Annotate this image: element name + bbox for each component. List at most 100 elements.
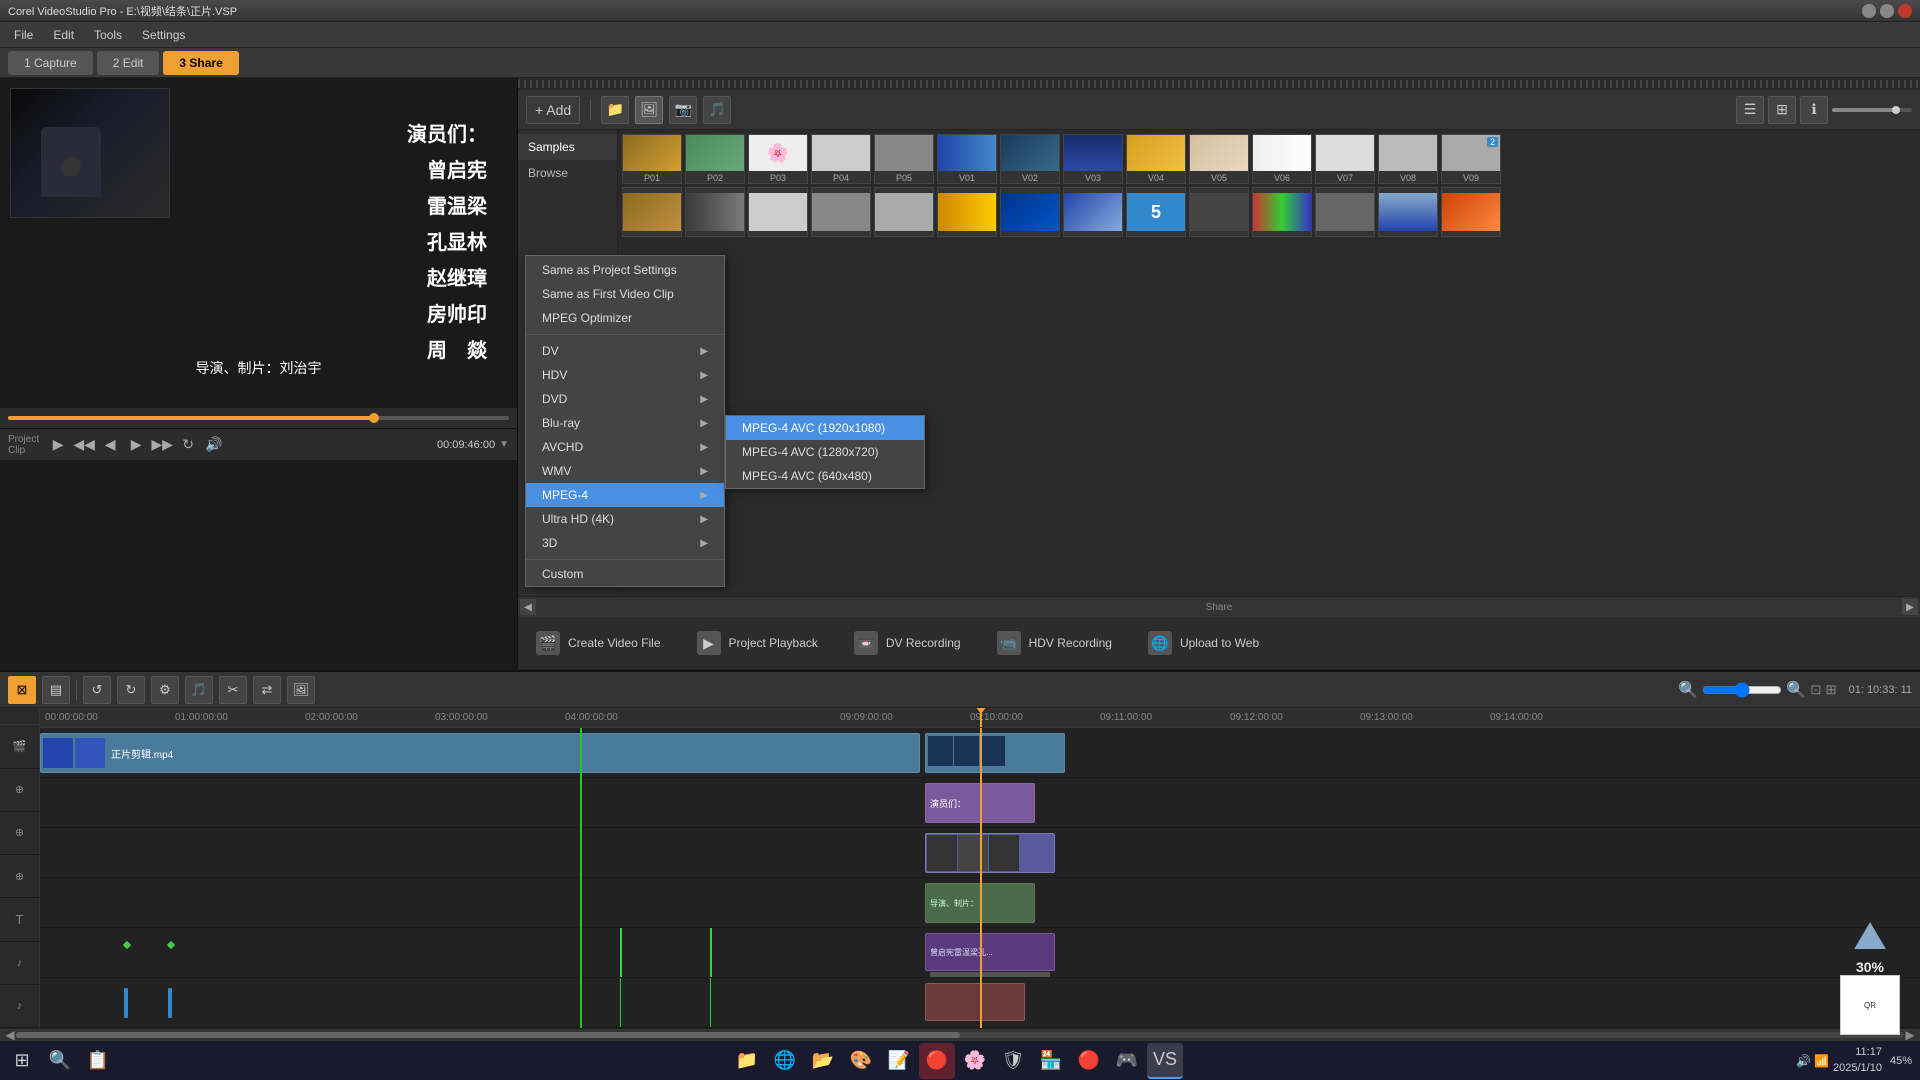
zoom-thumb[interactable] (1892, 106, 1900, 114)
ctx-same-as-project[interactable]: Same as Project Settings (526, 258, 724, 282)
taskbar-chrome[interactable]: 🌐 (767, 1043, 803, 1079)
media-thumb-p04[interactable]: P04 (811, 134, 871, 184)
media-thumb-p05[interactable]: P05 (874, 134, 934, 184)
media-thumb-r2-14[interactable] (1441, 187, 1501, 237)
taskbar-search[interactable]: 🔍 (42, 1043, 78, 1079)
image-clip[interactable] (925, 833, 1055, 873)
image-icon-btn[interactable]: 📷 (669, 96, 697, 124)
media-thumb-r2-4[interactable] (811, 187, 871, 237)
music-icon-btn[interactable]: 🎵 (703, 96, 731, 124)
media-thumb-p02[interactable]: P02 (685, 134, 745, 184)
scroll-right-btn[interactable]: ▶ (1904, 1029, 1916, 1041)
sys-volume[interactable]: 🔊 (1796, 1054, 1811, 1068)
taskbar-explorer[interactable]: 📁 (729, 1043, 765, 1079)
scroll-thumb[interactable] (16, 1032, 960, 1038)
media-thumb-r2-2[interactable] (685, 187, 745, 237)
scrubber-track[interactable] (8, 416, 509, 420)
ctx-dv[interactable]: DV ▶ (526, 339, 724, 363)
media-thumb-v02[interactable]: V02 (1000, 134, 1060, 184)
add-button[interactable]: + Add (526, 96, 580, 124)
zoom-fit-btn[interactable]: ⊡ (1810, 682, 1821, 698)
minimize-button[interactable] (1862, 4, 1876, 18)
zoom-track[interactable] (1832, 108, 1912, 112)
director-clip[interactable]: 导演、制片： (925, 883, 1035, 923)
menu-settings[interactable]: Settings (132, 24, 195, 46)
ctx-same-as-first-clip[interactable]: Same as First Video Clip (526, 282, 724, 306)
tl-photo-btn[interactable]: 🖼 (287, 676, 315, 704)
credits-clip[interactable]: 曾启宪雷温梁孔... (925, 933, 1055, 971)
photo-icon-btn[interactable]: 🖼 (635, 96, 663, 124)
tl-swap-btn[interactable]: ⇄ (253, 676, 281, 704)
share-create-video[interactable]: 🎬 Create Video File (528, 627, 669, 659)
taskbar-app3[interactable]: 🛡 (995, 1043, 1031, 1079)
scroll-track[interactable] (16, 1032, 1904, 1038)
taskbar-notepad[interactable]: 📝 (881, 1043, 917, 1079)
tl-undo-btn[interactable]: ↺ (83, 676, 111, 704)
media-thumb-r2-13[interactable] (1378, 187, 1438, 237)
tl-cut-btn[interactable]: ✂ (219, 676, 247, 704)
tab-edit[interactable]: 2 Edit (97, 51, 160, 75)
ctx-mpeg-optimizer[interactable]: MPEG Optimizer (526, 306, 724, 330)
zoom-in-btn[interactable]: 🔍 (1786, 680, 1806, 700)
mute-button[interactable]: 🔊 (203, 434, 225, 456)
info-view-btn[interactable]: ℹ (1800, 96, 1828, 124)
media-thumb-v01[interactable]: V01 (937, 134, 997, 184)
next-button[interactable]: ▶ (125, 434, 147, 456)
list-view-btn[interactable]: ☰ (1736, 96, 1764, 124)
taskbar-app1[interactable]: 🔴 (919, 1043, 955, 1079)
audio-clip-1[interactable] (925, 983, 1025, 1021)
menu-file[interactable]: File (4, 24, 43, 46)
taskbar-store[interactable]: 🏪 (1033, 1043, 1069, 1079)
maximize-button[interactable] (1880, 4, 1894, 18)
tl-redo-btn[interactable]: ↻ (117, 676, 145, 704)
media-thumb-r2-3[interactable] (748, 187, 808, 237)
timeline-scrollbar[interactable]: ◀ ▶ (0, 1028, 1920, 1040)
menu-tools[interactable]: Tools (84, 24, 132, 46)
tab-capture[interactable]: 1 Capture (8, 51, 93, 75)
share-dv-recording[interactable]: 📼 DV Recording (846, 627, 969, 659)
notification-area[interactable]: 45% (1886, 1055, 1916, 1067)
prev-button[interactable]: ◀ (99, 434, 121, 456)
folder-icon-btn[interactable]: 📁 (601, 96, 629, 124)
media-thumb-r2-9[interactable]: 5 (1126, 187, 1186, 237)
close-button[interactable] (1898, 4, 1912, 18)
media-thumb-v07[interactable]: V07 (1315, 134, 1375, 184)
next-frame-button[interactable]: ▶▶ (151, 434, 173, 456)
ctx-ultra-hd[interactable]: Ultra HD (4K) ▶ (526, 507, 724, 531)
share-hdv-recording[interactable]: 📹 HDV Recording (989, 627, 1120, 659)
ctx-hdv[interactable]: HDV ▶ (526, 363, 724, 387)
collapse-media-btn[interactable]: ◀ (520, 599, 536, 615)
mpeg4-1280[interactable]: MPEG-4 AVC (1280x720) (726, 440, 924, 464)
taskbar-taskview[interactable]: 📋 (80, 1043, 116, 1079)
media-thumb-v04[interactable]: V04 (1126, 134, 1186, 184)
scrubber-bar[interactable] (0, 408, 517, 428)
mpeg4-640[interactable]: MPEG-4 AVC (640x480) (726, 464, 924, 488)
taskbar-app4[interactable]: 🔴 (1071, 1043, 1107, 1079)
title-clip-actors[interactable]: 演员们： (925, 783, 1035, 823)
media-thumb-p01[interactable]: P01 (622, 134, 682, 184)
media-thumb-v03[interactable]: V03 (1063, 134, 1123, 184)
media-thumb-p03[interactable]: 🌸 P03 (748, 134, 808, 184)
mpeg4-1920[interactable]: MPEG-4 AVC (1920x1080) (726, 416, 924, 440)
tl-music-btn[interactable]: 🎵 (185, 676, 213, 704)
ctx-bluray[interactable]: Blu-ray ▶ (526, 411, 724, 435)
ctx-wmv[interactable]: WMV ▶ (526, 459, 724, 483)
taskbar-photoshop[interactable]: 🎨 (843, 1043, 879, 1079)
media-thumb-v09[interactable]: 2 V09 (1441, 134, 1501, 184)
taskbar-folder2[interactable]: 📂 (805, 1043, 841, 1079)
sys-network[interactable]: 📶 (1814, 1054, 1829, 1068)
media-thumb-r2-8[interactable] (1063, 187, 1123, 237)
taskbar-clock[interactable]: 11:17 2025/1/10 (1833, 1045, 1882, 1076)
share-project-playback[interactable]: ▶ Project Playback (689, 627, 826, 659)
ctx-mpeg4[interactable]: MPEG-4 ▶ (526, 483, 724, 507)
scrubber-thumb[interactable] (369, 413, 379, 423)
ctx-3d[interactable]: 3D ▶ (526, 531, 724, 555)
taskbar-start[interactable]: ⊞ (4, 1043, 40, 1079)
timeline-scroll-area[interactable]: 00:00:00:00 01:00:00:00 02:00:00:00 03:0… (40, 708, 1920, 1028)
sidebar-item-browse[interactable]: Browse (518, 160, 617, 186)
sidebar-item-samples[interactable]: Samples (518, 134, 617, 160)
tab-share[interactable]: 3 Share (163, 51, 238, 75)
media-thumb-v06[interactable]: V06 (1252, 134, 1312, 184)
media-thumb-r2-1[interactable] (622, 187, 682, 237)
grid-view-btn[interactable]: ⊞ (1768, 96, 1796, 124)
